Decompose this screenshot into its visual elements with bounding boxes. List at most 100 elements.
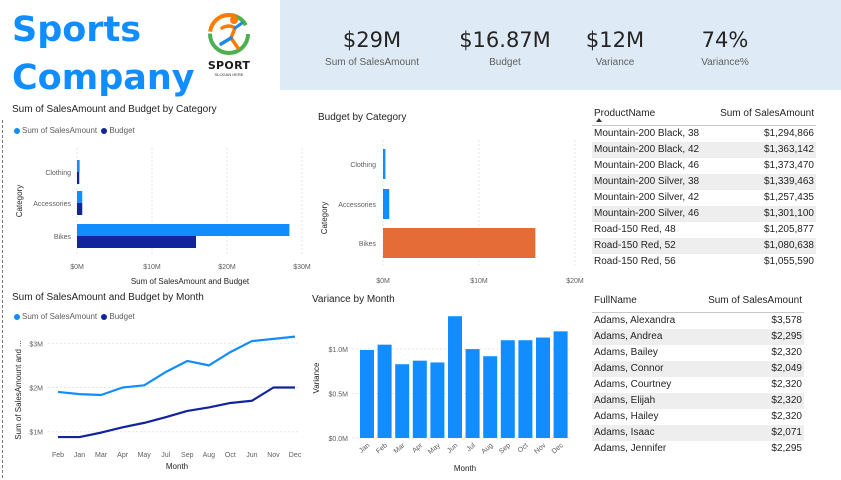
bar-budget <box>383 228 536 258</box>
table-cell-name: Mountain-200 Black, 42 <box>594 144 700 155</box>
x-tick-label: Feb <box>52 452 64 459</box>
product-sales-table[interactable]: ProductName Sum of SalesAmount Mountain-… <box>592 104 816 270</box>
x-tick-label: Jul <box>466 442 478 453</box>
table-row[interactable]: Adams, Alexandra $3,578 <box>592 313 804 329</box>
x-tick-label: Sep <box>181 452 194 459</box>
kpi-variance-pct-card[interactable]: 74% Variance% <box>685 28 765 68</box>
x-tick-label: Jun <box>446 442 459 455</box>
table-row[interactable]: Adams, Courtney $2,320 <box>592 377 804 393</box>
table-row[interactable]: Road-150 Red, 48 $1,205,877 <box>592 222 816 238</box>
table-cell-name: Road-150 Red, 56 <box>594 256 676 267</box>
kpi-variance-value: $12M <box>585 28 645 52</box>
x-tick-label: $10M <box>143 264 161 271</box>
logo-slogan: SLOGAN HERE <box>214 72 244 77</box>
table-row[interactable]: Road-150 Red, 52 $1,080,638 <box>592 238 816 254</box>
x-tick-label: Aug <box>203 452 216 459</box>
table-cell-sales: $1,373,470 <box>763 160 814 171</box>
x-tick-label: Mar <box>95 452 108 459</box>
x-tick-label: Apr <box>117 452 129 459</box>
kpi-variance-label: Variance <box>595 57 635 68</box>
y-tick-label: $1.0M <box>329 347 349 354</box>
table-row[interactable]: Road-150 Red, 56 $1,055,590 <box>592 254 816 270</box>
table-row[interactable]: Mountain-200 Silver, 38 $1,339,463 <box>592 174 816 190</box>
x-tick-label: Oct <box>225 452 236 459</box>
bar-budget <box>77 172 80 184</box>
x-tick-label: Jun <box>246 452 257 459</box>
x-tick-label: $20M <box>566 278 584 285</box>
kpi-sales-label: Sum of SalesAmount <box>325 57 419 68</box>
bar-sales <box>77 224 290 236</box>
x-tick-label: $0M <box>70 264 84 271</box>
table-cell-name: Adams, Elijah <box>594 395 656 406</box>
y-axis-title: Sum of SalesAmount and ... <box>14 340 23 440</box>
kpi-variance-card[interactable]: $12M Variance <box>575 28 655 68</box>
table-cell-name: Adams, Courtney <box>594 379 672 390</box>
table-row[interactable]: Adams, Andrea $2,295 <box>592 329 804 345</box>
y-category-label: Accessories <box>338 202 376 209</box>
chart2-title: Budget by Category <box>318 112 407 123</box>
table-cell-name: Mountain-200 Black, 38 <box>594 128 700 139</box>
table-cell-sales: $2,295 <box>771 331 802 342</box>
table-row[interactable]: Adams, Bailey $2,320 <box>592 345 804 361</box>
x-axis-title: Sum of SalesAmount and Budget <box>131 277 250 286</box>
customer-sales-table[interactable]: FullName Sum of SalesAmount Adams, Alexa… <box>592 291 804 455</box>
bar-budget <box>383 149 386 179</box>
customer-sales-header[interactable]: Sum of SalesAmount <box>708 295 802 306</box>
x-tick-label: May <box>427 442 442 456</box>
table-cell-sales: $2,049 <box>771 363 802 374</box>
customer-table-body: Adams, Alexandra $3,578 Adams, Andrea $2,29… <box>592 313 804 455</box>
table-cell-sales: $2,320 <box>771 347 802 358</box>
chart1-legend[interactable]: Sum of SalesAmount Budget <box>14 126 135 135</box>
kpi-variance-pct-value: 74% <box>701 28 749 52</box>
table-cell-sales: $1,301,100 <box>763 208 814 219</box>
x-tick-label: Jan <box>358 442 371 455</box>
table-row[interactable]: Adams, Elijah $2,320 <box>592 393 804 409</box>
bar-budget <box>383 189 390 219</box>
table-row[interactable]: Adams, Connor $2,049 <box>592 361 804 377</box>
y-axis-title: Category <box>320 202 329 234</box>
table-row[interactable]: Mountain-200 Black, 46 $1,373,470 <box>592 158 816 174</box>
x-tick-label: Sep <box>498 442 512 455</box>
chart1-legend-budget: Budget <box>109 126 135 135</box>
legend-sales-dot <box>14 313 20 320</box>
table-cell-sales: $1,294,866 <box>763 128 814 139</box>
table-cell-sales: $2,320 <box>771 411 802 422</box>
chart4-title: Variance by Month <box>312 294 395 305</box>
bar-variance <box>448 316 462 438</box>
bar-variance <box>553 331 568 438</box>
table-cell-sales: $1,257,435 <box>763 192 814 203</box>
table-row[interactable]: Mountain-200 Silver, 42 $1,257,435 <box>592 190 816 206</box>
table-row[interactable]: Adams, Hailey $2,320 <box>592 409 804 425</box>
y-category-label: Accessories <box>33 201 71 208</box>
sort-ascending-icon[interactable] <box>596 118 602 122</box>
y-tick-label: $0.0M <box>329 436 349 443</box>
legend-sales-dot <box>14 127 20 134</box>
kpi-sales-card[interactable]: $29M Sum of SalesAmount <box>322 28 422 68</box>
bar-budget <box>77 236 197 248</box>
product-name-header[interactable]: ProductName <box>594 108 655 119</box>
line-sales <box>57 335 296 397</box>
table-cell-name: Mountain-200 Black, 46 <box>594 160 700 171</box>
table-cell-name: Adams, Isaac <box>594 427 655 438</box>
table-row[interactable]: Mountain-200 Black, 38 $1,294,866 <box>592 126 816 142</box>
full-name-header[interactable]: FullName <box>594 295 637 306</box>
x-tick-label: Mar <box>393 442 407 456</box>
x-tick-label: $0M <box>376 278 390 285</box>
legend-budget-dot <box>101 313 108 320</box>
kpi-budget-card[interactable]: $16.87M Budget <box>455 28 555 68</box>
x-tick-label: $10M <box>470 278 488 285</box>
x-tick-label: Apr <box>411 442 424 455</box>
y-category-label: Bikes <box>54 234 72 241</box>
y-category-label: Clothing <box>350 162 376 169</box>
kpi-budget-label: Budget <box>489 57 521 68</box>
product-sales-header[interactable]: Sum of SalesAmount <box>720 108 814 119</box>
table-cell-sales: $2,071 <box>771 427 802 438</box>
logo-text: SPORT <box>207 59 251 72</box>
table-row[interactable]: Mountain-200 Silver, 46 $1,301,100 <box>592 206 816 222</box>
table-cell-name: Adams, Jennifer <box>594 443 667 454</box>
x-tick-label: Jan <box>74 452 85 459</box>
table-row[interactable]: Adams, Jennifer $2,295 <box>592 441 804 455</box>
chart3-legend[interactable]: Sum of SalesAmount Budget <box>14 312 135 321</box>
table-row[interactable]: Adams, Isaac $2,071 <box>592 425 804 441</box>
table-row[interactable]: Mountain-200 Black, 42 $1,363,142 <box>592 142 816 158</box>
